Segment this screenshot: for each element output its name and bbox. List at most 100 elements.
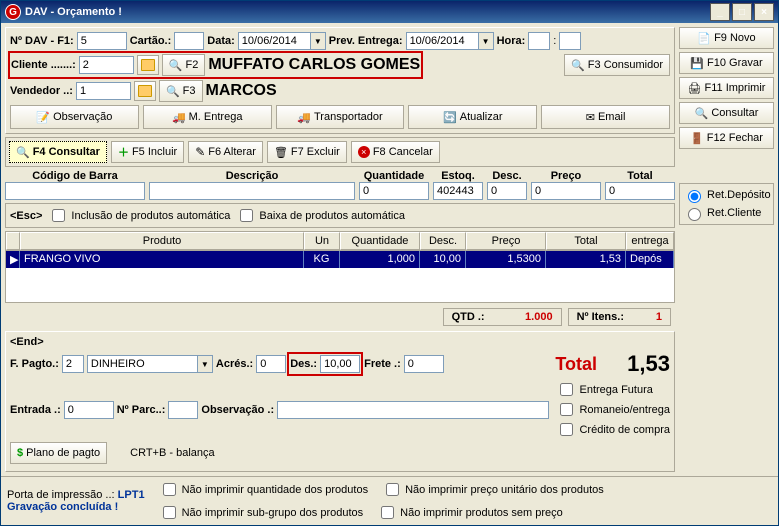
noprint-sub-checkbox[interactable]: Não imprimir sub-grupo dos produtos: [159, 503, 364, 522]
des-input[interactable]: [320, 355, 360, 373]
truck-icon: [297, 111, 311, 124]
quant-input[interactable]: [359, 182, 429, 200]
gh-desc[interactable]: Desc.: [420, 232, 466, 250]
f3-button[interactable]: F3: [159, 80, 203, 102]
gh-preco[interactable]: Preço: [466, 232, 546, 250]
entrada-input[interactable]: [64, 401, 114, 419]
search-icon: [166, 85, 180, 98]
inclusao-checkbox[interactable]: Inclusão de produtos automática: [48, 206, 230, 225]
nparc-input[interactable]: [168, 401, 198, 419]
crtb-label: CRT+B - balança: [130, 447, 214, 459]
data-label: Data:: [207, 35, 235, 47]
baixa-checkbox[interactable]: Baixa de produtos automática: [236, 206, 405, 225]
preco-input[interactable]: [531, 182, 601, 200]
side-panel: F9 Novo F10 Gravar F11 Imprimir Consulta…: [679, 27, 774, 472]
consultar-button[interactable]: Consultar: [679, 102, 774, 124]
ret-deposito-radio[interactable]: Ret.Depósito: [683, 187, 770, 203]
m-entrega-button[interactable]: M. Entrega: [143, 105, 272, 129]
products-grid[interactable]: Produto Un Quantidade Desc. Preço Total …: [5, 231, 675, 303]
f9-novo-button[interactable]: F9 Novo: [679, 27, 774, 49]
atualizar-button[interactable]: Atualizar: [408, 105, 537, 129]
total-input[interactable]: [605, 182, 675, 200]
observacao-button[interactable]: Observação: [10, 105, 139, 129]
money-icon: $: [17, 447, 23, 459]
save-icon: [690, 57, 704, 70]
print-icon: [688, 82, 702, 95]
search-icon: [16, 146, 30, 159]
estoq-input[interactable]: [433, 182, 483, 200]
gh-quant[interactable]: Quantidade: [340, 232, 420, 250]
fpagto-select[interactable]: [87, 355, 197, 373]
end-label: <End>: [10, 336, 44, 348]
cartao-input[interactable]: [174, 32, 204, 50]
cliente-input[interactable]: [79, 56, 134, 74]
minimize-button[interactable]: _: [710, 3, 730, 21]
table-row[interactable]: ▶FRANGO VIVOKG1,00010,001,53001,53Depós: [6, 251, 674, 268]
gh-total[interactable]: Total: [546, 232, 626, 250]
search-icon: [169, 59, 183, 72]
descp-input[interactable]: [487, 182, 527, 200]
gh-un[interactable]: Un: [304, 232, 340, 250]
noprint-sempreco-checkbox[interactable]: Não imprimir produtos sem preço: [377, 503, 563, 522]
f8-cancelar-button[interactable]: ×F8 Cancelar: [351, 141, 440, 163]
frete-label: Frete .:: [364, 358, 401, 370]
col-total: Total: [605, 170, 675, 182]
f4-consultar-button[interactable]: F4 Consultar: [9, 141, 107, 163]
frete-input[interactable]: [404, 355, 444, 373]
f2-button[interactable]: F2: [162, 54, 206, 76]
gravacao-status: Gravação concluída !: [7, 501, 118, 513]
f7-excluir-button[interactable]: F7 Excluir: [267, 141, 347, 163]
data-input[interactable]: [238, 32, 310, 50]
qtd-bar: QTD .: 1.000 Nº Itens.: 1: [5, 306, 675, 328]
email-button[interactable]: Email: [541, 105, 670, 129]
plano-pagto-button[interactable]: $Plano de pagto: [10, 442, 107, 464]
f12-fechar-button[interactable]: F12 Fechar: [679, 127, 774, 149]
col-codigo: Código de Barra: [5, 170, 145, 182]
transportador-button[interactable]: Transportador: [276, 105, 405, 129]
vendedor-label: Vendedor ..:: [10, 85, 73, 97]
cliente-folder-button[interactable]: [137, 55, 159, 75]
f6-alterar-button[interactable]: F6 Alterar: [188, 141, 263, 163]
codigo-input[interactable]: [5, 182, 145, 200]
ret-cliente-radio[interactable]: Ret.Cliente: [683, 205, 770, 221]
f3-consumidor-button[interactable]: F3 Consumidor: [564, 54, 670, 76]
prev-dropdown[interactable]: ▼: [478, 32, 494, 50]
f10-gravar-button[interactable]: F10 Gravar: [679, 52, 774, 74]
credito-checkbox[interactable]: Crédito de compra: [556, 420, 670, 439]
acres-label: Acrés.:: [216, 358, 253, 370]
vendedor-input[interactable]: [76, 82, 131, 100]
close-button[interactable]: ×: [754, 3, 774, 21]
folder-icon: [138, 85, 152, 97]
search-icon: [695, 107, 709, 120]
data-dropdown[interactable]: ▼: [310, 32, 326, 50]
col-preco: Preço: [531, 170, 601, 182]
door-icon: [690, 132, 704, 145]
vendedor-folder-button[interactable]: [134, 81, 156, 101]
hora-h-input[interactable]: [528, 32, 550, 50]
entrega-futura-checkbox[interactable]: Entrega Futura: [556, 380, 670, 399]
dav-input[interactable]: [77, 32, 127, 50]
f5-incluir-button[interactable]: ＋F5 Incluir: [111, 141, 184, 163]
itens-label: Nº Itens.:: [577, 311, 624, 323]
desc-input[interactable]: [149, 182, 355, 200]
prev-input[interactable]: [406, 32, 478, 50]
maximize-button[interactable]: □: [732, 3, 752, 21]
app-icon: G: [5, 4, 21, 20]
cliente-label: Cliente .......:: [11, 59, 76, 71]
note-icon: [36, 111, 50, 124]
acres-input[interactable]: [256, 355, 286, 373]
fpagto-input[interactable]: [62, 355, 84, 373]
status-bar: Porta de impressão ..: LPT1 Gravação con…: [1, 476, 778, 525]
noprint-preco-checkbox[interactable]: Não imprimir preço unitário dos produtos: [382, 480, 604, 499]
gh-produto[interactable]: Produto: [20, 232, 304, 250]
noprint-qtd-checkbox[interactable]: Não imprimir quantidade dos produtos: [159, 480, 369, 499]
obs-label: Observação .:: [201, 404, 274, 416]
hora-m-input[interactable]: [559, 32, 581, 50]
romaneio-checkbox[interactable]: Romaneio/entrega: [556, 400, 670, 419]
gh-entrega[interactable]: entrega: [626, 232, 674, 250]
obs-input[interactable]: [277, 401, 549, 419]
fpagto-dropdown[interactable]: ▼: [197, 355, 213, 373]
hora-label: Hora:: [497, 35, 526, 47]
folder-icon: [141, 59, 155, 71]
f11-imprimir-button[interactable]: F11 Imprimir: [679, 77, 774, 99]
